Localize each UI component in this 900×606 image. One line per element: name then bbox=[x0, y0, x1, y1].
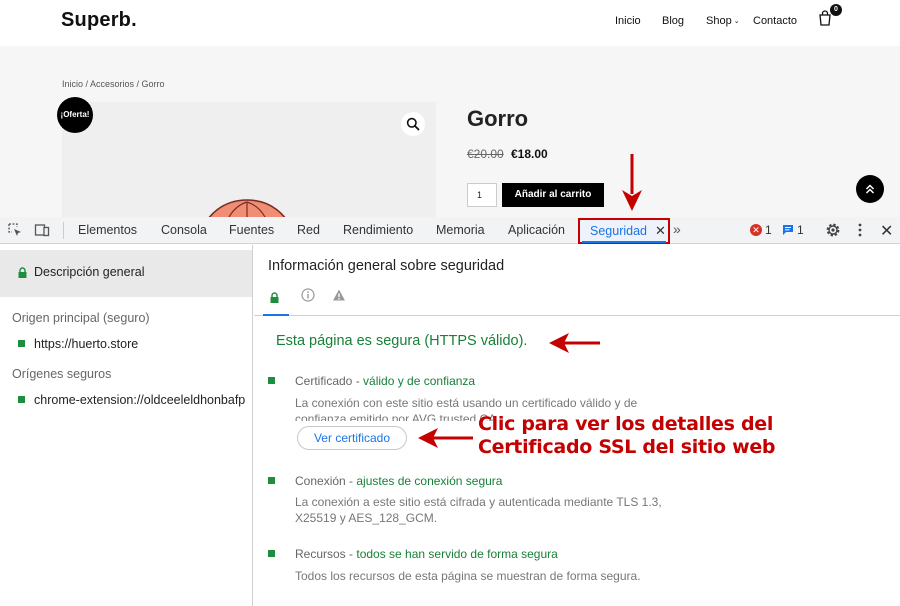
security-filter-tabs bbox=[254, 283, 900, 316]
more-options-icon[interactable] bbox=[856, 222, 864, 238]
nav-shop-label: Shop bbox=[706, 15, 732, 27]
arrow-left-annotation bbox=[418, 428, 473, 448]
security-sidebar: Descripción general Origen principal (se… bbox=[0, 245, 253, 606]
tab-seguridad[interactable]: Seguridad ✕ bbox=[578, 218, 670, 244]
lock-icon bbox=[18, 267, 27, 278]
resources-status-indicator bbox=[268, 550, 275, 557]
devtools-toolbar: Elementos Consola Fuentes Red Rendimient… bbox=[0, 217, 900, 244]
sidebar-item-main-origin[interactable]: https://huerto.store bbox=[34, 337, 138, 351]
separator: - bbox=[345, 547, 357, 561]
close-tab-icon[interactable]: ✕ bbox=[655, 223, 666, 239]
error-icon[interactable]: ✕ bbox=[750, 224, 762, 236]
sidebar-item-extension-origin[interactable]: chrome-extension://oldceeleldhonbafp bbox=[34, 393, 245, 407]
connection-status-indicator bbox=[268, 477, 275, 484]
separator: - bbox=[345, 474, 357, 488]
connection-description: La conexión a este sitio está cifrada y … bbox=[295, 495, 662, 525]
magnifier-icon bbox=[406, 117, 420, 131]
product-page: Inicio / Accesorios / Gorro ¡Oferta! Gor… bbox=[0, 46, 900, 217]
panel-title: Información general sobre seguridad bbox=[268, 258, 505, 274]
inspect-element-icon[interactable] bbox=[7, 222, 23, 238]
active-tab-indicator bbox=[582, 241, 666, 243]
sale-badge: ¡Oferta! bbox=[57, 97, 93, 133]
message-count[interactable]: 1 bbox=[797, 223, 804, 237]
certificate-status: válido y de confianza bbox=[363, 374, 476, 388]
zoom-button[interactable] bbox=[401, 112, 425, 136]
resources-description: Todos los recursos de esta página se mue… bbox=[295, 569, 641, 583]
tab-rendimiento[interactable]: Rendimiento bbox=[343, 223, 413, 237]
arrow-down-annotation bbox=[622, 154, 642, 211]
tab-seguridad-label: Seguridad bbox=[590, 224, 647, 238]
nav-inicio[interactable]: Inicio bbox=[615, 15, 641, 27]
add-to-cart-button[interactable]: Añadir al carrito bbox=[502, 183, 604, 207]
resources-status: todos se han servido de forma segura bbox=[356, 547, 558, 561]
error-count[interactable]: 1 bbox=[765, 223, 772, 237]
toolbar-divider bbox=[63, 222, 64, 239]
price-old: €20.00 bbox=[467, 147, 504, 161]
more-tabs-icon[interactable]: » bbox=[673, 221, 681, 237]
lock-icon[interactable] bbox=[270, 292, 279, 303]
site-header: Superb. Inicio Blog Shop ⌄ Contacto 0 bbox=[0, 0, 900, 46]
chevron-down-icon: ⌄ bbox=[733, 18, 740, 25]
annotation-callout: Clic para ver los detalles del Certifica… bbox=[478, 413, 778, 459]
nav-shop[interactable]: Shop ⌄ bbox=[706, 15, 740, 27]
product-title: Gorro bbox=[467, 106, 529, 131]
tab-aplicacion[interactable]: Aplicación bbox=[508, 223, 565, 237]
tab-memoria[interactable]: Memoria bbox=[436, 223, 485, 237]
arrow-left-annotation bbox=[549, 333, 600, 353]
price-new: €18.00 bbox=[511, 147, 548, 161]
tab-red[interactable]: Red bbox=[297, 223, 320, 237]
separator: - bbox=[352, 374, 364, 388]
certificate-label: Certificado bbox=[295, 374, 353, 388]
close-devtools-icon[interactable]: ✕ bbox=[880, 221, 893, 241]
sidebar-item-overview-label: Descripción general bbox=[34, 265, 145, 279]
secure-page-message: Esta página es segura (HTTPS válido). bbox=[276, 333, 528, 349]
certificate-heading: Certificado - válido y de confianza bbox=[295, 374, 475, 388]
quantity-input[interactable]: 1 bbox=[467, 183, 497, 207]
tab-elementos[interactable]: Elementos bbox=[78, 223, 137, 237]
tab-consola[interactable]: Consola bbox=[161, 223, 207, 237]
message-icon[interactable] bbox=[782, 224, 794, 236]
double-chevron-up-icon bbox=[865, 184, 875, 194]
gear-icon[interactable] bbox=[825, 222, 841, 238]
secure-origin-indicator bbox=[18, 340, 25, 347]
connection-label: Conexión bbox=[295, 474, 346, 488]
connection-heading: Conexión - ajustes de conexión segura bbox=[295, 474, 502, 488]
secure-origin-indicator bbox=[18, 396, 25, 403]
device-toolbar-icon[interactable] bbox=[34, 222, 50, 238]
site-nav: Inicio Blog Shop ⌄ Contacto bbox=[0, 15, 900, 29]
tab-fuentes[interactable]: Fuentes bbox=[229, 223, 274, 237]
resources-label: Recursos bbox=[295, 547, 346, 561]
warning-icon[interactable] bbox=[332, 288, 346, 302]
view-certificate-button[interactable]: Ver certificado bbox=[297, 426, 407, 450]
connection-status: ajustes de conexión segura bbox=[356, 474, 503, 488]
hat-illustration bbox=[208, 199, 286, 217]
annotation-line-2: Certificado SSL del sitio web bbox=[478, 436, 776, 458]
annotation-line-1: Clic para ver los detalles del bbox=[478, 413, 774, 435]
resources-heading: Recursos - todos se han servido de forma… bbox=[295, 547, 558, 561]
certificate-status-indicator bbox=[268, 377, 275, 384]
scroll-to-top-button[interactable] bbox=[856, 175, 884, 203]
active-filter-indicator bbox=[263, 314, 289, 316]
nav-contacto[interactable]: Contacto bbox=[753, 15, 797, 27]
info-icon[interactable] bbox=[301, 288, 315, 302]
product-image[interactable] bbox=[62, 102, 436, 217]
sidebar-item-overview[interactable]: Descripción general bbox=[0, 250, 252, 297]
secure-origins-heading: Orígenes seguros bbox=[12, 367, 112, 381]
breadcrumb[interactable]: Inicio / Accesorios / Gorro bbox=[62, 79, 165, 89]
nav-blog[interactable]: Blog bbox=[662, 15, 684, 27]
main-origin-heading: Origen principal (seguro) bbox=[12, 311, 150, 325]
cart-count-badge: 0 bbox=[830, 4, 842, 16]
